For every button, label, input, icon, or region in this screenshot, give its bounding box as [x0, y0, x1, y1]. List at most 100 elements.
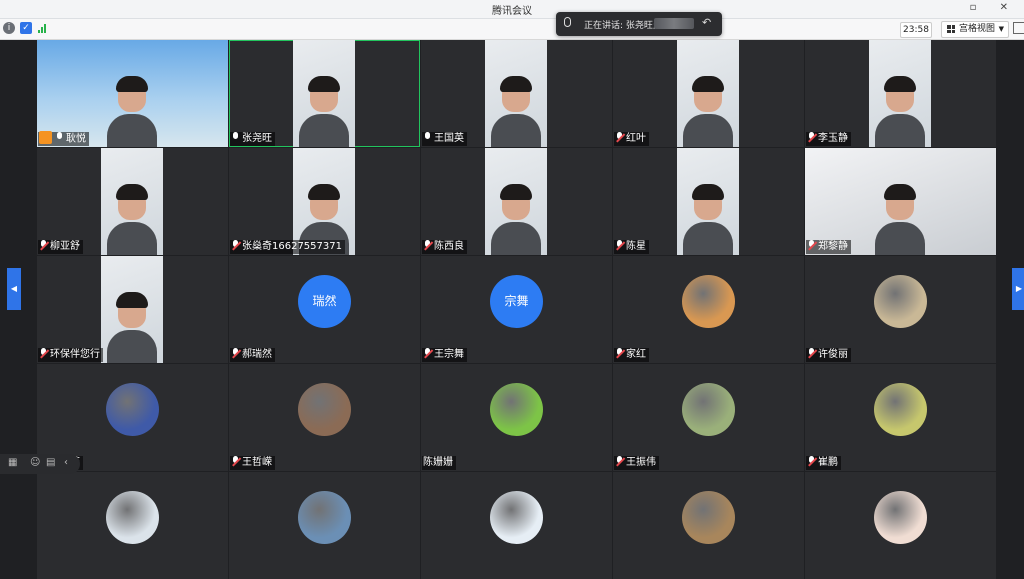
person-body — [875, 114, 925, 147]
participant-name-tag: 王哲嵘 — [230, 455, 275, 470]
participant-video — [677, 148, 739, 255]
person-body — [107, 330, 157, 363]
mic-icon — [423, 131, 432, 143]
participant-tile[interactable]: 许俊丽 — [805, 256, 996, 363]
face-icon[interactable]: ☺ — [30, 457, 40, 468]
person-hair — [116, 76, 148, 92]
participant-tile[interactable]: 陈星 — [613, 148, 804, 255]
participant-tile[interactable]: 红叶 — [613, 40, 804, 147]
meeting-toolbar: i ✓ 23:58 宫格视图 ▼ — [0, 19, 1024, 40]
person-hair — [500, 184, 532, 200]
view-mode-button[interactable]: 宫格视图 ▼ — [941, 21, 1009, 38]
participant-name: 王国英 — [434, 133, 464, 144]
participant-name-tag: 陈星 — [614, 239, 649, 254]
participant-video — [293, 40, 355, 147]
chat-icon[interactable]: ▤ — [46, 457, 55, 468]
person-hair — [692, 184, 724, 200]
participant-name: 陈星 — [626, 241, 646, 252]
participant-tile[interactable]: 环保伴您行 — [37, 256, 228, 363]
participant-tile[interactable]: 王哲嵘 — [229, 364, 420, 471]
participant-name-tag: 郝瑞然 — [230, 347, 275, 362]
speaking-names-blurred — [654, 18, 694, 29]
person-hair — [692, 76, 724, 92]
participant-tile[interactable]: 宗舞 王宗舞 — [421, 256, 612, 363]
speaking-indicator: 正在讲话: 张尧旺; ↶ — [556, 12, 722, 36]
participant-name-tag: 红叶 — [614, 131, 649, 146]
video-grid: 耿悦 张尧旺 王国英 红叶 李玉静柳亚舒 张燊奇16627557371 陈西良 陈星 郑黎静环保… — [37, 40, 997, 579]
participant-name: 郑黎静 — [818, 241, 848, 252]
mic-muted-icon — [807, 455, 816, 467]
person-hair — [884, 184, 916, 200]
participant-tile[interactable]: 瑞然 郝瑞然 — [229, 256, 420, 363]
chevron-left-icon[interactable]: ‹ — [64, 457, 68, 468]
participant-name-tag: 王振伟 — [614, 455, 659, 470]
participant-tile[interactable]: 陈西良 — [421, 148, 612, 255]
participant-name-tag: 柳亚舒 — [38, 239, 83, 254]
participant-tile[interactable] — [805, 472, 996, 579]
participant-tile[interactable]: 张尧旺 — [229, 40, 420, 147]
participant-video — [805, 148, 996, 255]
shield-icon[interactable]: ✓ — [20, 22, 32, 34]
participant-tile[interactable]: 耿悦 — [37, 40, 228, 147]
person-body — [491, 222, 541, 255]
speaking-text: 正在讲话: 张尧旺; — [584, 21, 656, 31]
participant-name-tag: 张尧旺 — [230, 131, 275, 146]
person-body — [683, 222, 733, 255]
host-icon — [39, 131, 52, 144]
apps-icon[interactable]: ▦ — [8, 457, 17, 468]
mic-muted-icon — [807, 239, 816, 251]
participant-name: 王哲嵘 — [242, 457, 272, 468]
participant-tile[interactable] — [229, 472, 420, 579]
participant-video — [485, 40, 547, 147]
participant-name: 崔鹏 — [818, 457, 838, 468]
profile-photo-avatar — [106, 491, 159, 544]
participant-tile[interactable] — [421, 472, 612, 579]
participant-tile[interactable]: 李玉静 — [805, 40, 996, 147]
profile-photo-avatar — [490, 383, 543, 436]
profile-photo-avatar — [682, 275, 735, 328]
participant-video — [293, 148, 355, 255]
person-body — [107, 222, 157, 255]
mic-muted-icon — [423, 347, 432, 359]
profile-photo-avatar — [490, 491, 543, 544]
participant-tile[interactable]: 王国英 — [421, 40, 612, 147]
mic-muted-icon — [423, 239, 432, 251]
mic-muted-icon — [231, 455, 240, 467]
participant-tile[interactable]: 王振伟 — [613, 364, 804, 471]
person-body — [107, 114, 157, 147]
participant-tile[interactable]: 郑黎静 — [805, 148, 996, 255]
participant-name: 红叶 — [626, 133, 646, 144]
signal-icon[interactable] — [37, 22, 49, 34]
participant-name: 家红 — [626, 349, 646, 360]
participant-name: 环保伴您行 — [50, 349, 100, 360]
participant-name-tag: 王宗舞 — [422, 347, 467, 362]
participant-name: 张燊奇16627557371 — [242, 241, 342, 252]
participant-name: 陈西良 — [434, 241, 464, 252]
participant-tile[interactable]: 柳亚舒 — [37, 148, 228, 255]
info-icon[interactable]: i — [3, 22, 15, 34]
mic-muted-icon — [39, 347, 48, 359]
participant-name-tag: 陈姗姗 — [422, 456, 456, 470]
meeting-timer: 23:58 — [900, 22, 932, 38]
prev-page-button[interactable]: ◀ — [7, 268, 21, 310]
participant-tile[interactable]: 陈姗姗 — [421, 364, 612, 471]
next-page-button[interactable]: ▶ — [1012, 268, 1024, 310]
profile-photo-avatar — [682, 491, 735, 544]
participant-tile[interactable]: 家红 — [613, 256, 804, 363]
participant-tile[interactable] — [613, 472, 804, 579]
participant-tile[interactable] — [37, 472, 228, 579]
view-mode-label: 宫格视图 — [959, 24, 996, 34]
mic-muted-icon — [807, 347, 816, 359]
participant-tile[interactable]: 崔鹏 — [805, 364, 996, 471]
mic-muted-icon — [615, 347, 624, 359]
collapse-icon[interactable]: ↶ — [702, 16, 711, 29]
participant-video — [101, 148, 163, 255]
title-bar: 腾讯会议 ▫ ✕ — [0, 0, 1024, 19]
person-hair — [116, 292, 148, 308]
person-body — [299, 114, 349, 147]
window-controls[interactable]: ▫ ✕ — [970, 2, 1018, 13]
fullscreen-icon[interactable] — [1013, 22, 1024, 34]
participant-tile[interactable]: 张燊奇16627557371 — [229, 148, 420, 255]
participant-name-tag: 家红 — [614, 347, 649, 362]
participant-video — [37, 40, 228, 147]
